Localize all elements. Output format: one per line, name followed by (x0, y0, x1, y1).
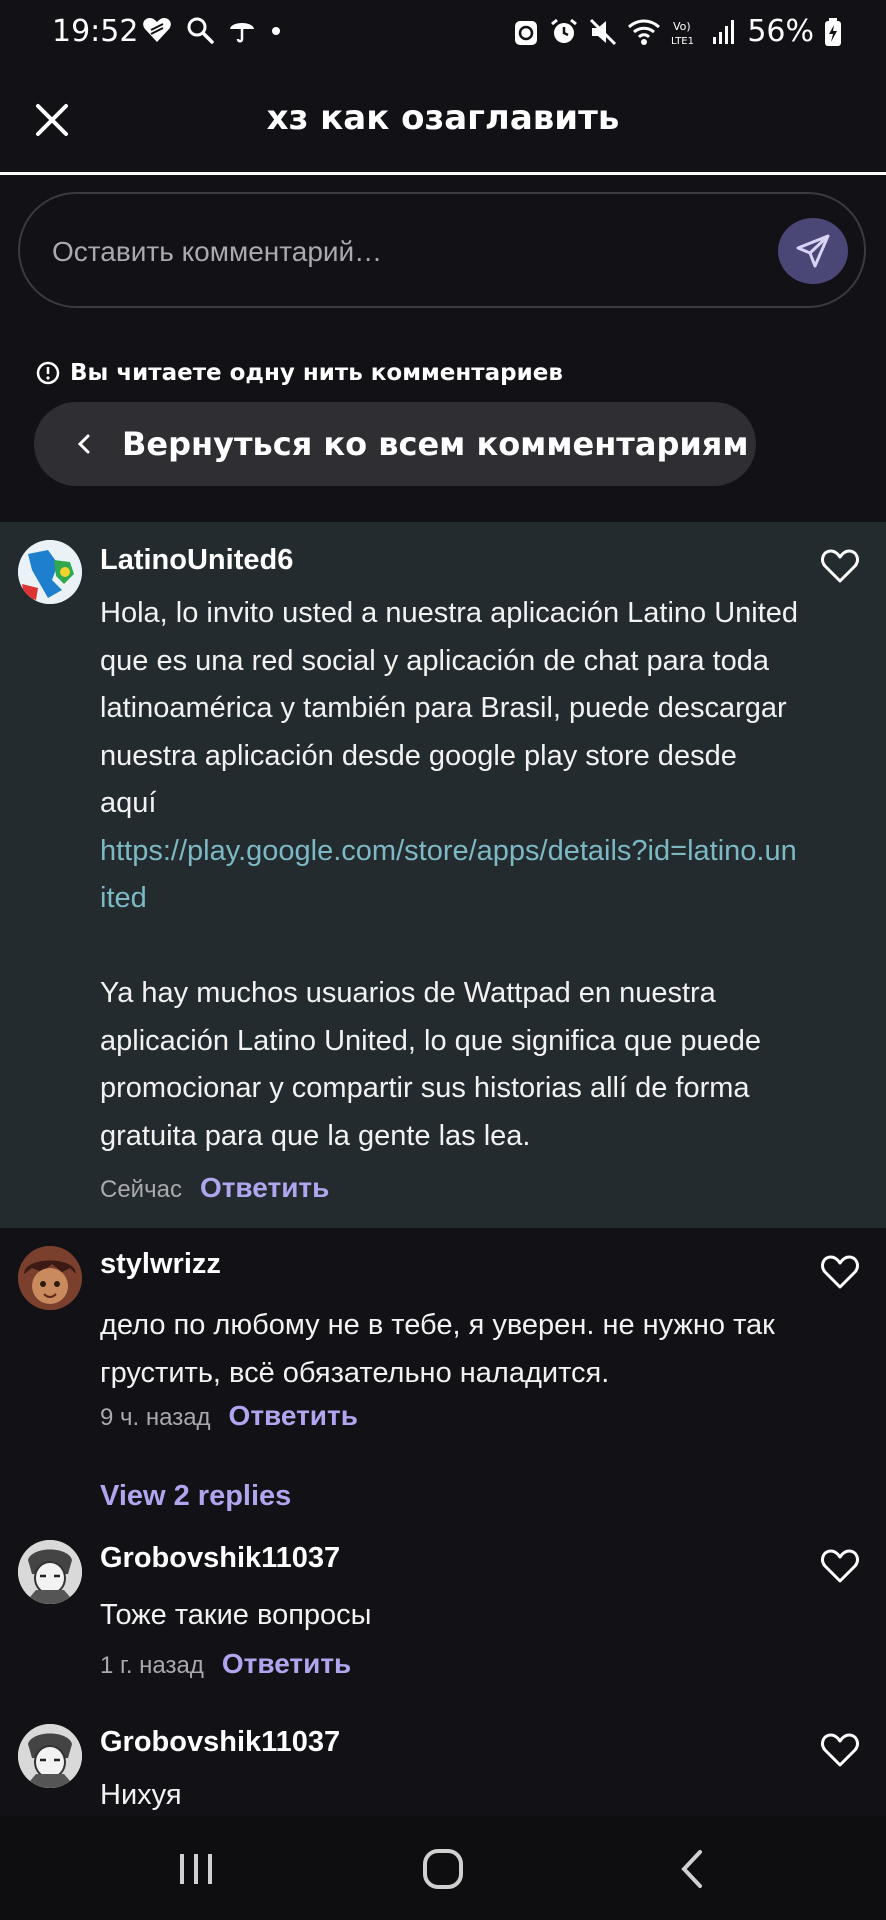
thread-notice: Вы читаете одну нить комментариев (36, 360, 563, 386)
reply-button[interactable]: Ответить (222, 1648, 351, 1680)
battery-percent: 56% (747, 14, 814, 49)
recycle-icon (515, 20, 538, 45)
umbrella-icon (230, 23, 254, 43)
status-bar: 19:52 Vo) LTE1 56% (0, 0, 886, 66)
home-icon[interactable] (413, 1844, 473, 1894)
avatar-grobovshik (18, 1724, 82, 1788)
comment-username[interactable]: Grobovshik11037 (100, 1726, 340, 1759)
avatar[interactable] (18, 1540, 82, 1604)
back-button-label: Вернуться ко всем комментариям (122, 425, 749, 463)
comment-timestamp: Сейчас (100, 1176, 182, 1203)
heart-icon[interactable] (820, 1548, 860, 1584)
search-icon (187, 17, 214, 44)
status-time: 19:52 (52, 14, 139, 49)
reply-button[interactable]: Ответить (200, 1172, 329, 1204)
wifi-icon (628, 19, 661, 45)
comment-username[interactable]: LatinoUnited6 (100, 544, 293, 577)
mute-icon (590, 18, 617, 45)
battery-icon (825, 17, 841, 46)
comment-timestamp: 1 г. назад (100, 1652, 204, 1679)
avatar-stylwrizz (18, 1246, 82, 1310)
avatar-grobovshik (18, 1540, 82, 1604)
comment-username[interactable]: Grobovshik11037 (100, 1542, 340, 1575)
heart-icon[interactable] (820, 1732, 860, 1768)
send-icon (796, 234, 830, 268)
svg-text:Vo): Vo) (673, 20, 691, 33)
thread-notice-text: Вы читаете одну нить комментариев (70, 360, 563, 386)
comment-body: дело по любому не в тебе, я уверен. не н… (100, 1309, 775, 1389)
comment-link[interactable]: https://play.google.com/store/apps/detai… (100, 828, 800, 923)
comment-item: stylwrizz дело по любому не в тебе, я ув… (0, 1228, 886, 1460)
comment-body: Тоже такие вопросы (100, 1599, 372, 1631)
svg-text:LTE1: LTE1 (671, 36, 694, 47)
status-left-icons (142, 16, 282, 44)
back-icon[interactable] (662, 1844, 722, 1894)
page-title: хз как озаглавить (266, 98, 620, 138)
chevron-left-icon (77, 434, 90, 454)
system-nav-bar (0, 1816, 886, 1920)
avatar-latino-united (18, 540, 82, 604)
comment-paragraph: Hola, lo invito usted a nuestra aplicaci… (100, 597, 799, 819)
comment-meta: 9 ч. назад Ответить (100, 1400, 358, 1432)
heart-icon[interactable] (820, 548, 860, 584)
avatar[interactable] (18, 1246, 82, 1310)
comment-item: Grobovshik11037 Нихуя (0, 1718, 886, 1816)
alarm-icon (551, 18, 578, 43)
top-bar: хз как озаглавить (0, 66, 886, 175)
comment-username[interactable]: stylwrizz (100, 1248, 221, 1281)
view-replies-button[interactable]: View 2 replies (100, 1480, 291, 1513)
reply-button[interactable]: Ответить (229, 1400, 358, 1432)
comment-body: Нихуя (100, 1779, 182, 1811)
comment-body: Hola, lo invito usted a nuestra aplicaci… (100, 590, 800, 1160)
comment-meta: Сейчас Ответить (100, 1172, 329, 1204)
send-button[interactable] (778, 218, 848, 284)
signal-icon (713, 19, 735, 44)
heart-shield-icon (143, 18, 171, 42)
comment-item: Grobovshik11037 Тоже такие вопросы 1 г. … (0, 1536, 886, 1686)
comment-timestamp: 9 ч. назад (100, 1404, 211, 1431)
comment-input[interactable] (50, 224, 754, 280)
paragraph-spacer (100, 923, 800, 971)
avatar[interactable] (18, 1724, 82, 1788)
comment-box (18, 192, 866, 308)
info-icon (36, 361, 60, 385)
volte-icon: Vo) LTE1 (671, 20, 694, 47)
back-to-all-comments-button[interactable]: Вернуться ко всем комментариям (34, 402, 756, 486)
dot-icon (272, 27, 280, 35)
heart-icon[interactable] (820, 1254, 860, 1290)
comment-meta: 1 г. назад Ответить (100, 1648, 351, 1680)
comment-item: LatinoUnited6 Hola, lo invito usted a nu… (0, 522, 886, 1228)
status-right: Vo) LTE1 56% (513, 14, 842, 49)
comment-paragraph: Ya hay muchos usuarios de Wattpad en nue… (100, 977, 762, 1152)
avatar[interactable] (18, 540, 82, 604)
recent-apps-icon[interactable] (166, 1844, 226, 1894)
